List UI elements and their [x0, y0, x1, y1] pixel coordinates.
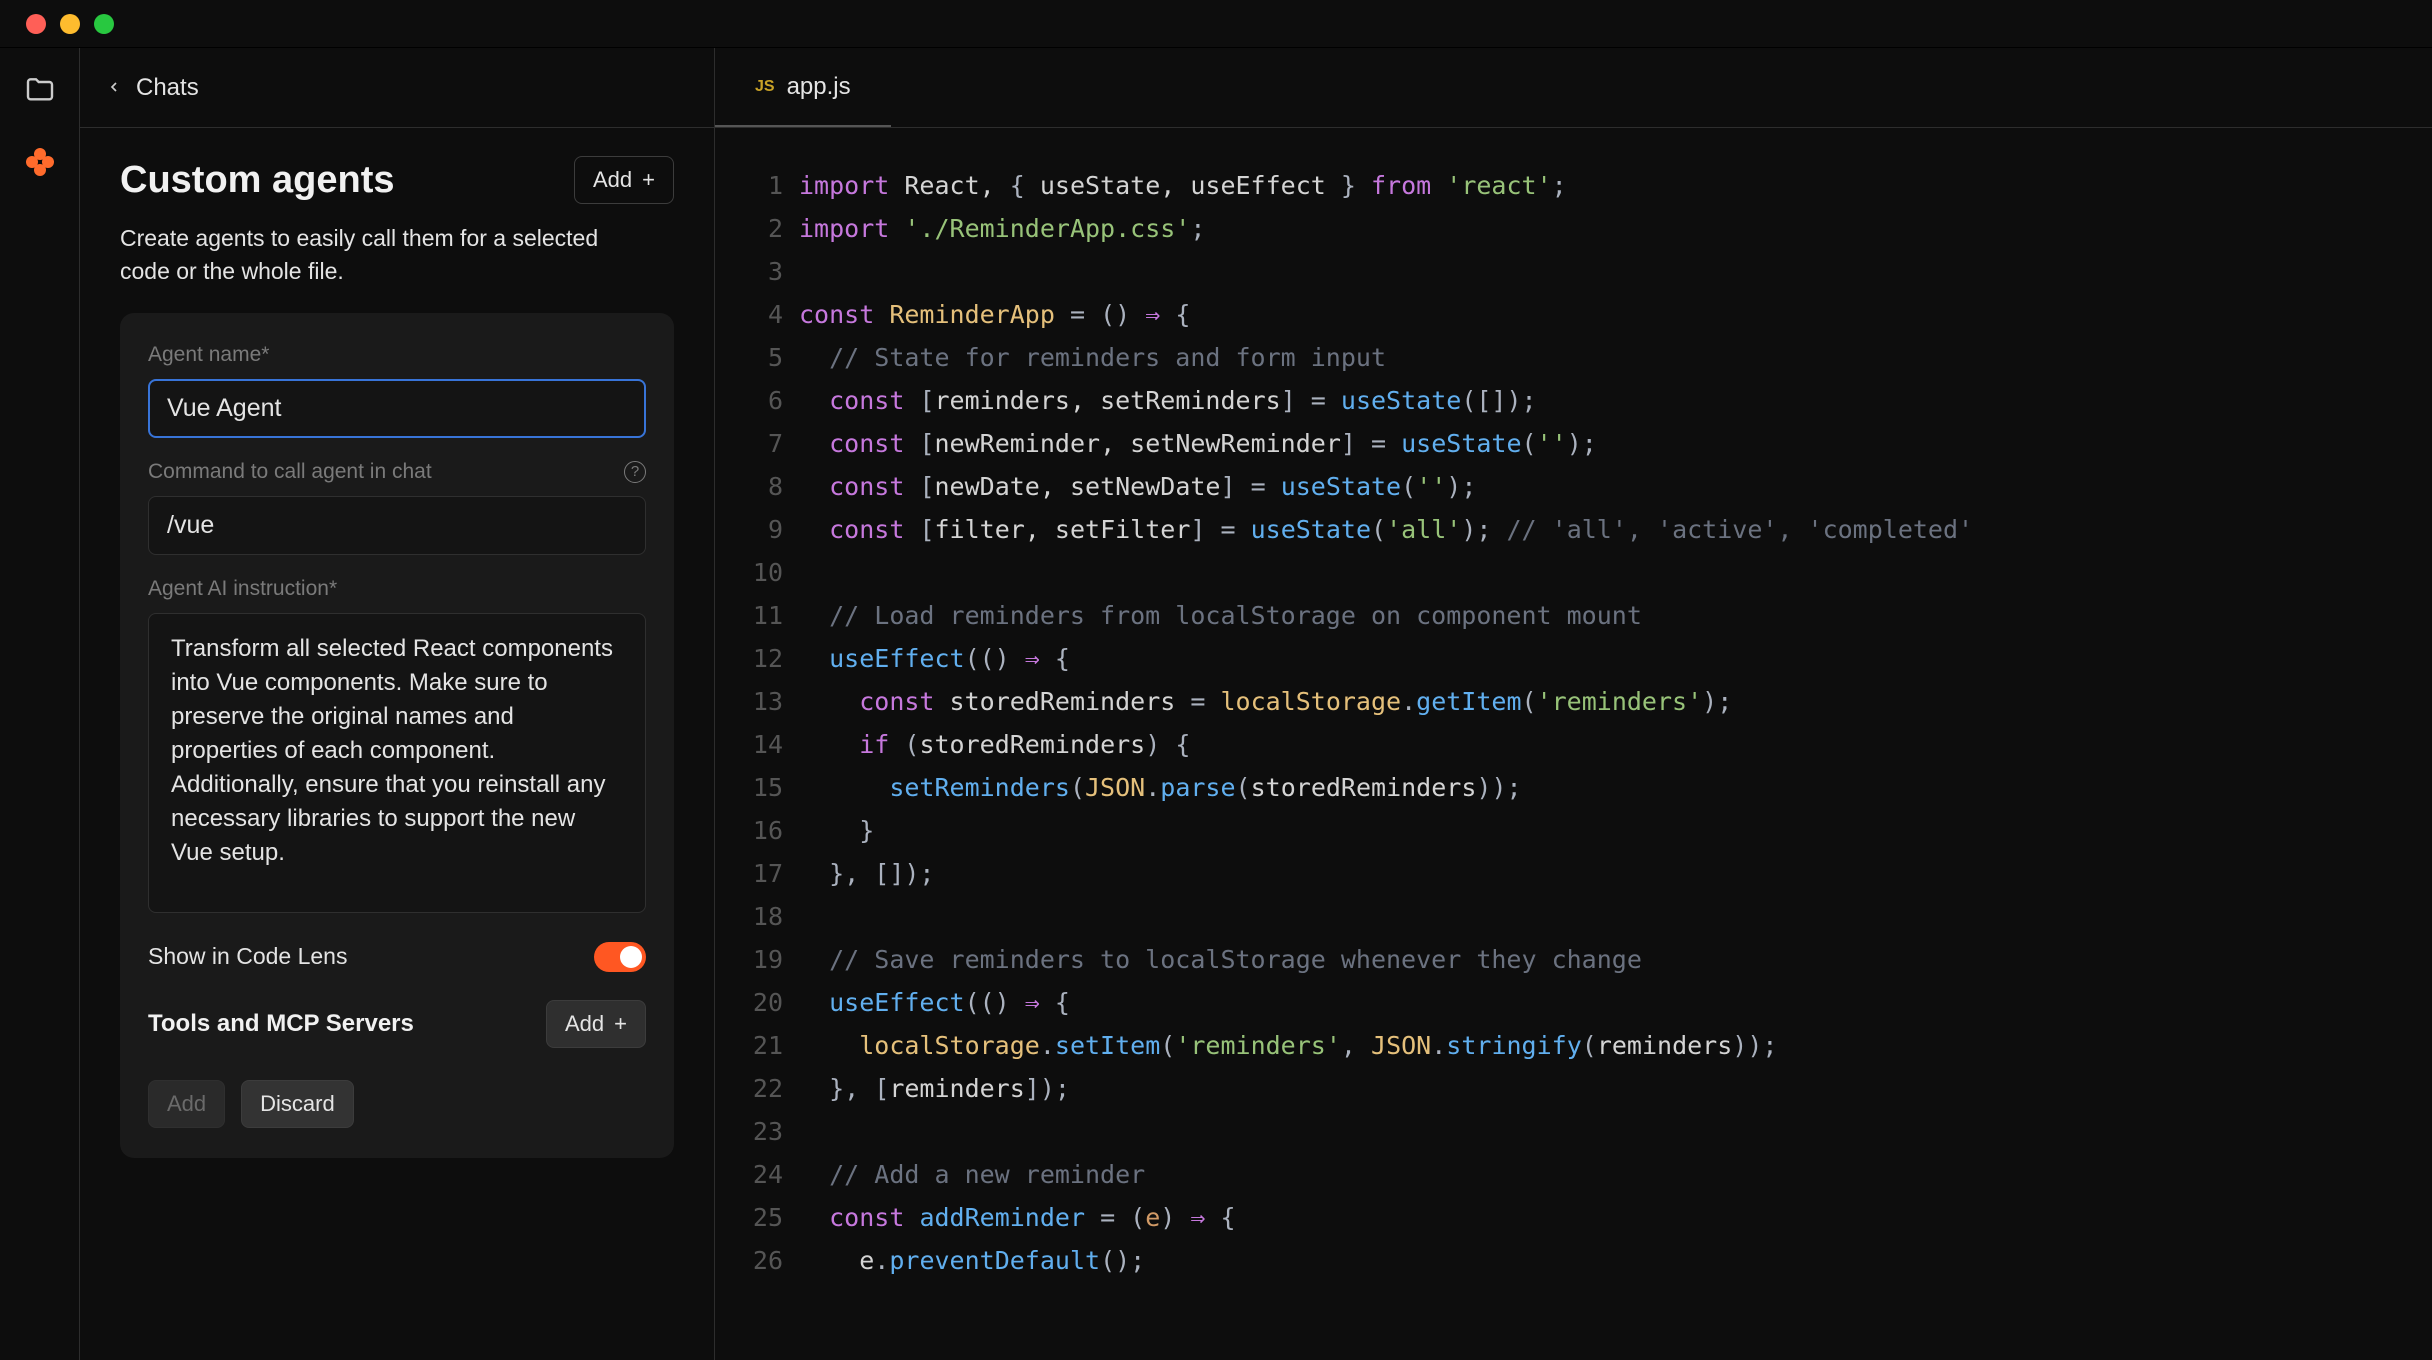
instruction-textarea[interactable] — [148, 613, 646, 913]
agent-name-label: Agent name* — [148, 343, 646, 367]
js-file-icon: JS — [755, 78, 775, 96]
tab-bar: JS app.js — [715, 48, 2432, 128]
pinwheel-icon[interactable] — [22, 144, 58, 180]
agent-name-input[interactable] — [148, 379, 646, 438]
codelens-toggle[interactable] — [594, 942, 646, 972]
window-titlebar — [0, 0, 2432, 48]
tab-label: app.js — [787, 73, 851, 101]
add-label: Add — [593, 167, 632, 193]
editor-area: JS app.js 123456789101112131415161718192… — [715, 48, 2432, 1360]
line-gutter: 1234567891011121314151617181920212223242… — [715, 164, 799, 1360]
agent-form: Agent name* Command to call agent in cha… — [120, 313, 674, 1158]
panel-title: Custom agents — [120, 159, 394, 202]
toggle-knob — [620, 946, 642, 968]
plus-icon: + — [642, 169, 655, 191]
help-icon[interactable]: ? — [624, 461, 646, 483]
breadcrumb-label: Chats — [136, 74, 199, 102]
instruction-label: Agent AI instruction* — [148, 577, 646, 601]
add-agent-top-button[interactable]: Add + — [574, 156, 674, 204]
codelens-label: Show in Code Lens — [148, 943, 347, 970]
side-panel: Chats Custom agents Add + Create agents … — [80, 48, 715, 1360]
window-close-button[interactable] — [26, 14, 46, 34]
command-label: Command to call agent in chat ? — [148, 460, 646, 484]
code-editor[interactable]: 1234567891011121314151617181920212223242… — [715, 128, 2432, 1360]
explorer-icon[interactable] — [22, 72, 58, 108]
window-maximize-button[interactable] — [94, 14, 114, 34]
discard-button[interactable]: Discard — [241, 1080, 354, 1128]
tab-appjs[interactable]: JS app.js — [715, 48, 891, 127]
chevron-left-icon — [106, 74, 122, 102]
breadcrumb[interactable]: Chats — [80, 48, 714, 128]
code-content: import React, { useState, useEffect } fr… — [799, 164, 2432, 1360]
panel-description: Create agents to easily call them for a … — [120, 222, 600, 289]
command-input[interactable] — [148, 496, 646, 555]
window-minimize-button[interactable] — [60, 14, 80, 34]
submit-button[interactable]: Add — [148, 1080, 225, 1128]
tools-add-button[interactable]: Add + — [546, 1000, 646, 1048]
tools-section-label: Tools and MCP Servers — [148, 1010, 414, 1038]
plus-icon: + — [614, 1013, 627, 1035]
activity-bar — [0, 48, 80, 1360]
